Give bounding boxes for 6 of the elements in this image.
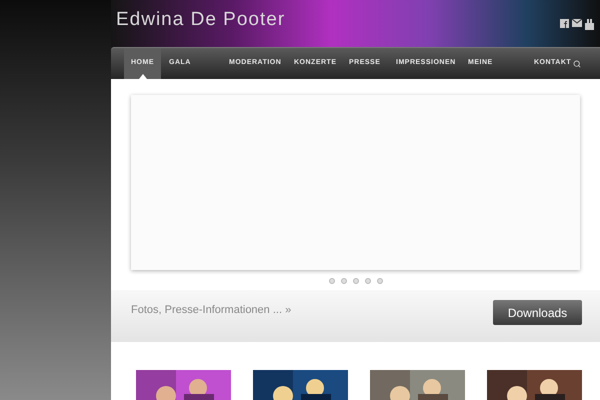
facebook-icon[interactable] [560,19,569,28]
downloads-button[interactable]: Downloads [493,300,582,325]
search-icon[interactable] [573,60,582,68]
teaser-text: Fotos, Presse-Informationen ... » [131,303,292,318]
mail-icon[interactable] [572,19,582,27]
site-title: Edwina De Pooter [116,10,286,29]
